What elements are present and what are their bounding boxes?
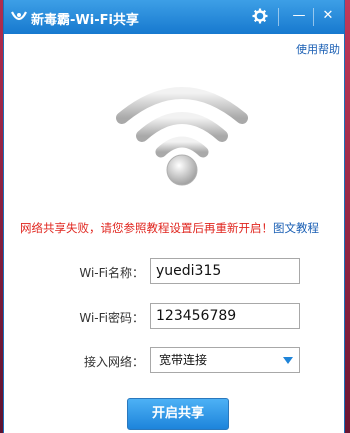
title-bar[interactable]: 新毒霸-Wi-Fi共享 — ✕: [4, 0, 344, 34]
wifi-password-input[interactable]: 123456789: [150, 303, 300, 329]
title-bar-separator: [313, 8, 314, 26]
chevron-down-icon[interactable]: [283, 357, 293, 364]
title-bar-separator: [278, 8, 279, 26]
wifi-name-input[interactable]: yuedi315: [150, 258, 300, 284]
desktop-background-right: [345, 0, 350, 433]
wifi-password-label: Wi-Fi密码：: [79, 311, 144, 325]
help-link[interactable]: 使用帮助: [296, 41, 340, 57]
close-button[interactable]: ✕: [318, 7, 338, 25]
error-message: 网络共享失败，请您参照教程设置后再重新开启！: [20, 221, 273, 235]
status-message: 网络共享失败，请您参照教程设置后再重新开启！图文教程: [20, 220, 319, 236]
wifi-icon: [116, 87, 248, 186]
network-select[interactable]: 宽带连接: [150, 347, 300, 373]
window-title: 新毒霸-Wi-Fi共享: [31, 13, 139, 28]
network-selected-value: 宽带连接: [159, 353, 208, 367]
network-label: 接入网络：: [83, 355, 144, 369]
minimize-button[interactable]: —: [289, 7, 309, 25]
app-logo-icon: [11, 11, 27, 21]
tutorial-link[interactable]: 图文教程: [273, 221, 319, 235]
wifi-name-label: Wi-Fi名称：: [79, 266, 144, 280]
wifi-share-window: 新毒霸-Wi-Fi共享 — ✕ 使用帮助 网络共享失败，请您参照教程设置后再重新…: [3, 0, 345, 433]
start-sharing-button[interactable]: 开启共享: [127, 398, 229, 430]
gear-icon[interactable]: [250, 7, 270, 25]
